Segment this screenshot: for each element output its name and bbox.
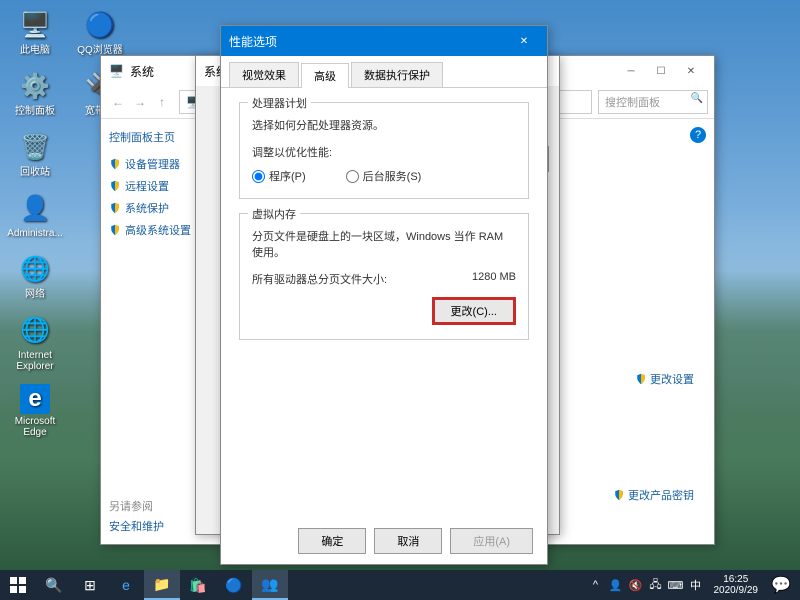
shield-icon (109, 224, 121, 236)
sidebar-title: 控制面板主页 (109, 129, 203, 145)
sidebar-device-manager[interactable]: 设备管理器 (109, 153, 203, 175)
change-button[interactable]: 更改(C)... (432, 297, 516, 325)
ie-icon: 🌐 (17, 312, 53, 348)
explorer-taskbar-icon[interactable]: 📁 (144, 570, 180, 600)
edge-icon: e (20, 384, 50, 414)
desktop-icon-control-panel[interactable]: ⚙️控制面板 (5, 66, 65, 119)
shield-icon (613, 489, 625, 501)
tray-volume-icon[interactable]: 🔇 (626, 570, 646, 600)
store-taskbar-icon[interactable]: 🛍️ (180, 570, 216, 600)
radio-programs[interactable]: 程序(P) (252, 168, 306, 184)
sidebar-remote[interactable]: 远程设置 (109, 175, 203, 197)
dialog-buttons: 确定 取消 应用(A) (298, 528, 533, 554)
processor-group: 处理器计划 选择如何分配处理器资源。 调整以优化性能: 程序(P) 后台服务(S… (239, 102, 529, 199)
desktop-icon-network[interactable]: 🌐网络 (5, 249, 65, 302)
edge-taskbar-icon[interactable]: e (108, 570, 144, 600)
close-button[interactable]: ✕ (676, 60, 706, 82)
desktop-icon-ie[interactable]: 🌐Internet Explorer (5, 310, 65, 374)
tray-network-icon[interactable]: 🖧 (646, 570, 666, 600)
desktop-icon-this-pc[interactable]: 🖥️此电脑 (5, 5, 65, 58)
user-icon: 👤 (17, 190, 53, 226)
ok-button[interactable]: 确定 (298, 528, 366, 554)
task-view-icon[interactable]: ⊞ (72, 570, 108, 600)
tray-ime-icon[interactable]: ⌨ (666, 570, 686, 600)
processor-group-title: 处理器计划 (248, 95, 311, 111)
control-panel-icon: ⚙️ (17, 68, 53, 104)
tray-people-icon[interactable]: 👤 (606, 570, 626, 600)
help-icon[interactable]: ? (690, 127, 706, 143)
virtual-memory-group: 虚拟内存 分页文件是硬盘上的一块区域，Windows 当作 RAM 使用。 所有… (239, 213, 529, 340)
vm-text: 分页文件是硬盘上的一块区域，Windows 当作 RAM 使用。 (252, 230, 516, 261)
system-tray: ^ 👤 🔇 🖧 ⌨ 中 16:25 2020/9/29 💬 (586, 570, 800, 600)
vm-total-label: 所有驱动器总分页文件大小: (252, 271, 387, 287)
shield-icon (109, 158, 121, 170)
sidebar-advanced[interactable]: 高级系统设置 (109, 219, 203, 241)
taskbar: 🔍 ⊞ e 📁 🛍️ 🔵 👥 ^ 👤 🔇 🖧 ⌨ 中 16:25 2020/9/… (0, 570, 800, 600)
shield-icon (109, 180, 121, 192)
cancel-button[interactable]: 取消 (374, 528, 442, 554)
clock[interactable]: 16:25 2020/9/29 (706, 574, 767, 596)
vm-total-value: 1280 MB (472, 271, 516, 287)
radio-background[interactable]: 后台服务(S) (346, 168, 422, 184)
qq-taskbar-icon[interactable]: 🔵 (216, 570, 252, 600)
close-button[interactable]: ✕ (509, 30, 539, 52)
pc-icon: 🖥️ (17, 7, 53, 43)
desktop-icon-recycle-bin[interactable]: 🗑️回收站 (5, 127, 65, 180)
system-icon: 🖥️ (109, 64, 124, 78)
forward-button[interactable]: → (129, 91, 151, 113)
shield-icon (109, 202, 121, 214)
app-taskbar-icon[interactable]: 👥 (252, 570, 288, 600)
performance-options-dialog: 性能选项 ✕ 视觉效果 高级 数据执行保护 处理器计划 选择如何分配处理器资源。… (220, 25, 548, 565)
processor-text: 选择如何分配处理器资源。 (252, 119, 516, 134)
shield-icon (635, 373, 647, 385)
perf-body: 处理器计划 选择如何分配处理器资源。 调整以优化性能: 程序(P) 后台服务(S… (221, 88, 547, 368)
back-button[interactable]: ← (107, 91, 129, 113)
tab-visual-effects[interactable]: 视觉效果 (229, 62, 299, 87)
security-maintenance-link[interactable]: 安全和维护 (109, 518, 164, 534)
tray-lang-icon[interactable]: 中 (686, 570, 706, 600)
search-input[interactable]: 搜控制面板 (598, 90, 708, 114)
minimize-button[interactable]: ─ (616, 60, 646, 82)
tray-up-icon[interactable]: ^ (586, 570, 606, 600)
start-button[interactable] (0, 570, 36, 600)
desktop-icons-col1: 🖥️此电脑 ⚙️控制面板 🗑️回收站 👤Administra... 🌐网络 🌐I… (5, 5, 65, 440)
desktop-icon-edge[interactable]: eMicrosoft Edge (5, 382, 65, 440)
maximize-button[interactable]: ☐ (646, 60, 676, 82)
desktop-icon-qqbrowser[interactable]: 🔵QQ浏览器 (70, 5, 130, 58)
network-icon: 🌐 (17, 251, 53, 287)
perf-title: 性能选项 (229, 33, 509, 50)
adjust-label: 调整以优化性能: (252, 144, 516, 160)
search-icon[interactable]: 🔍 (36, 570, 72, 600)
sidebar-protection[interactable]: 系统保护 (109, 197, 203, 219)
notification-icon[interactable]: 💬 (766, 570, 796, 600)
tab-dep[interactable]: 数据执行保护 (351, 62, 443, 87)
sidebar-bottom: 另请参阅 安全和维护 (109, 498, 164, 534)
qqbrowser-icon: 🔵 (82, 7, 118, 43)
vm-group-title: 虚拟内存 (248, 206, 300, 222)
perf-tabs: 视觉效果 高级 数据执行保护 (221, 56, 547, 88)
perf-titlebar[interactable]: 性能选项 ✕ (221, 26, 547, 56)
desktop-icon-administrator[interactable]: 👤Administra... (5, 188, 65, 241)
tab-advanced[interactable]: 高级 (301, 63, 349, 88)
apply-button[interactable]: 应用(A) (450, 528, 533, 554)
recycle-bin-icon: 🗑️ (17, 129, 53, 165)
up-button[interactable]: ↑ (151, 91, 173, 113)
